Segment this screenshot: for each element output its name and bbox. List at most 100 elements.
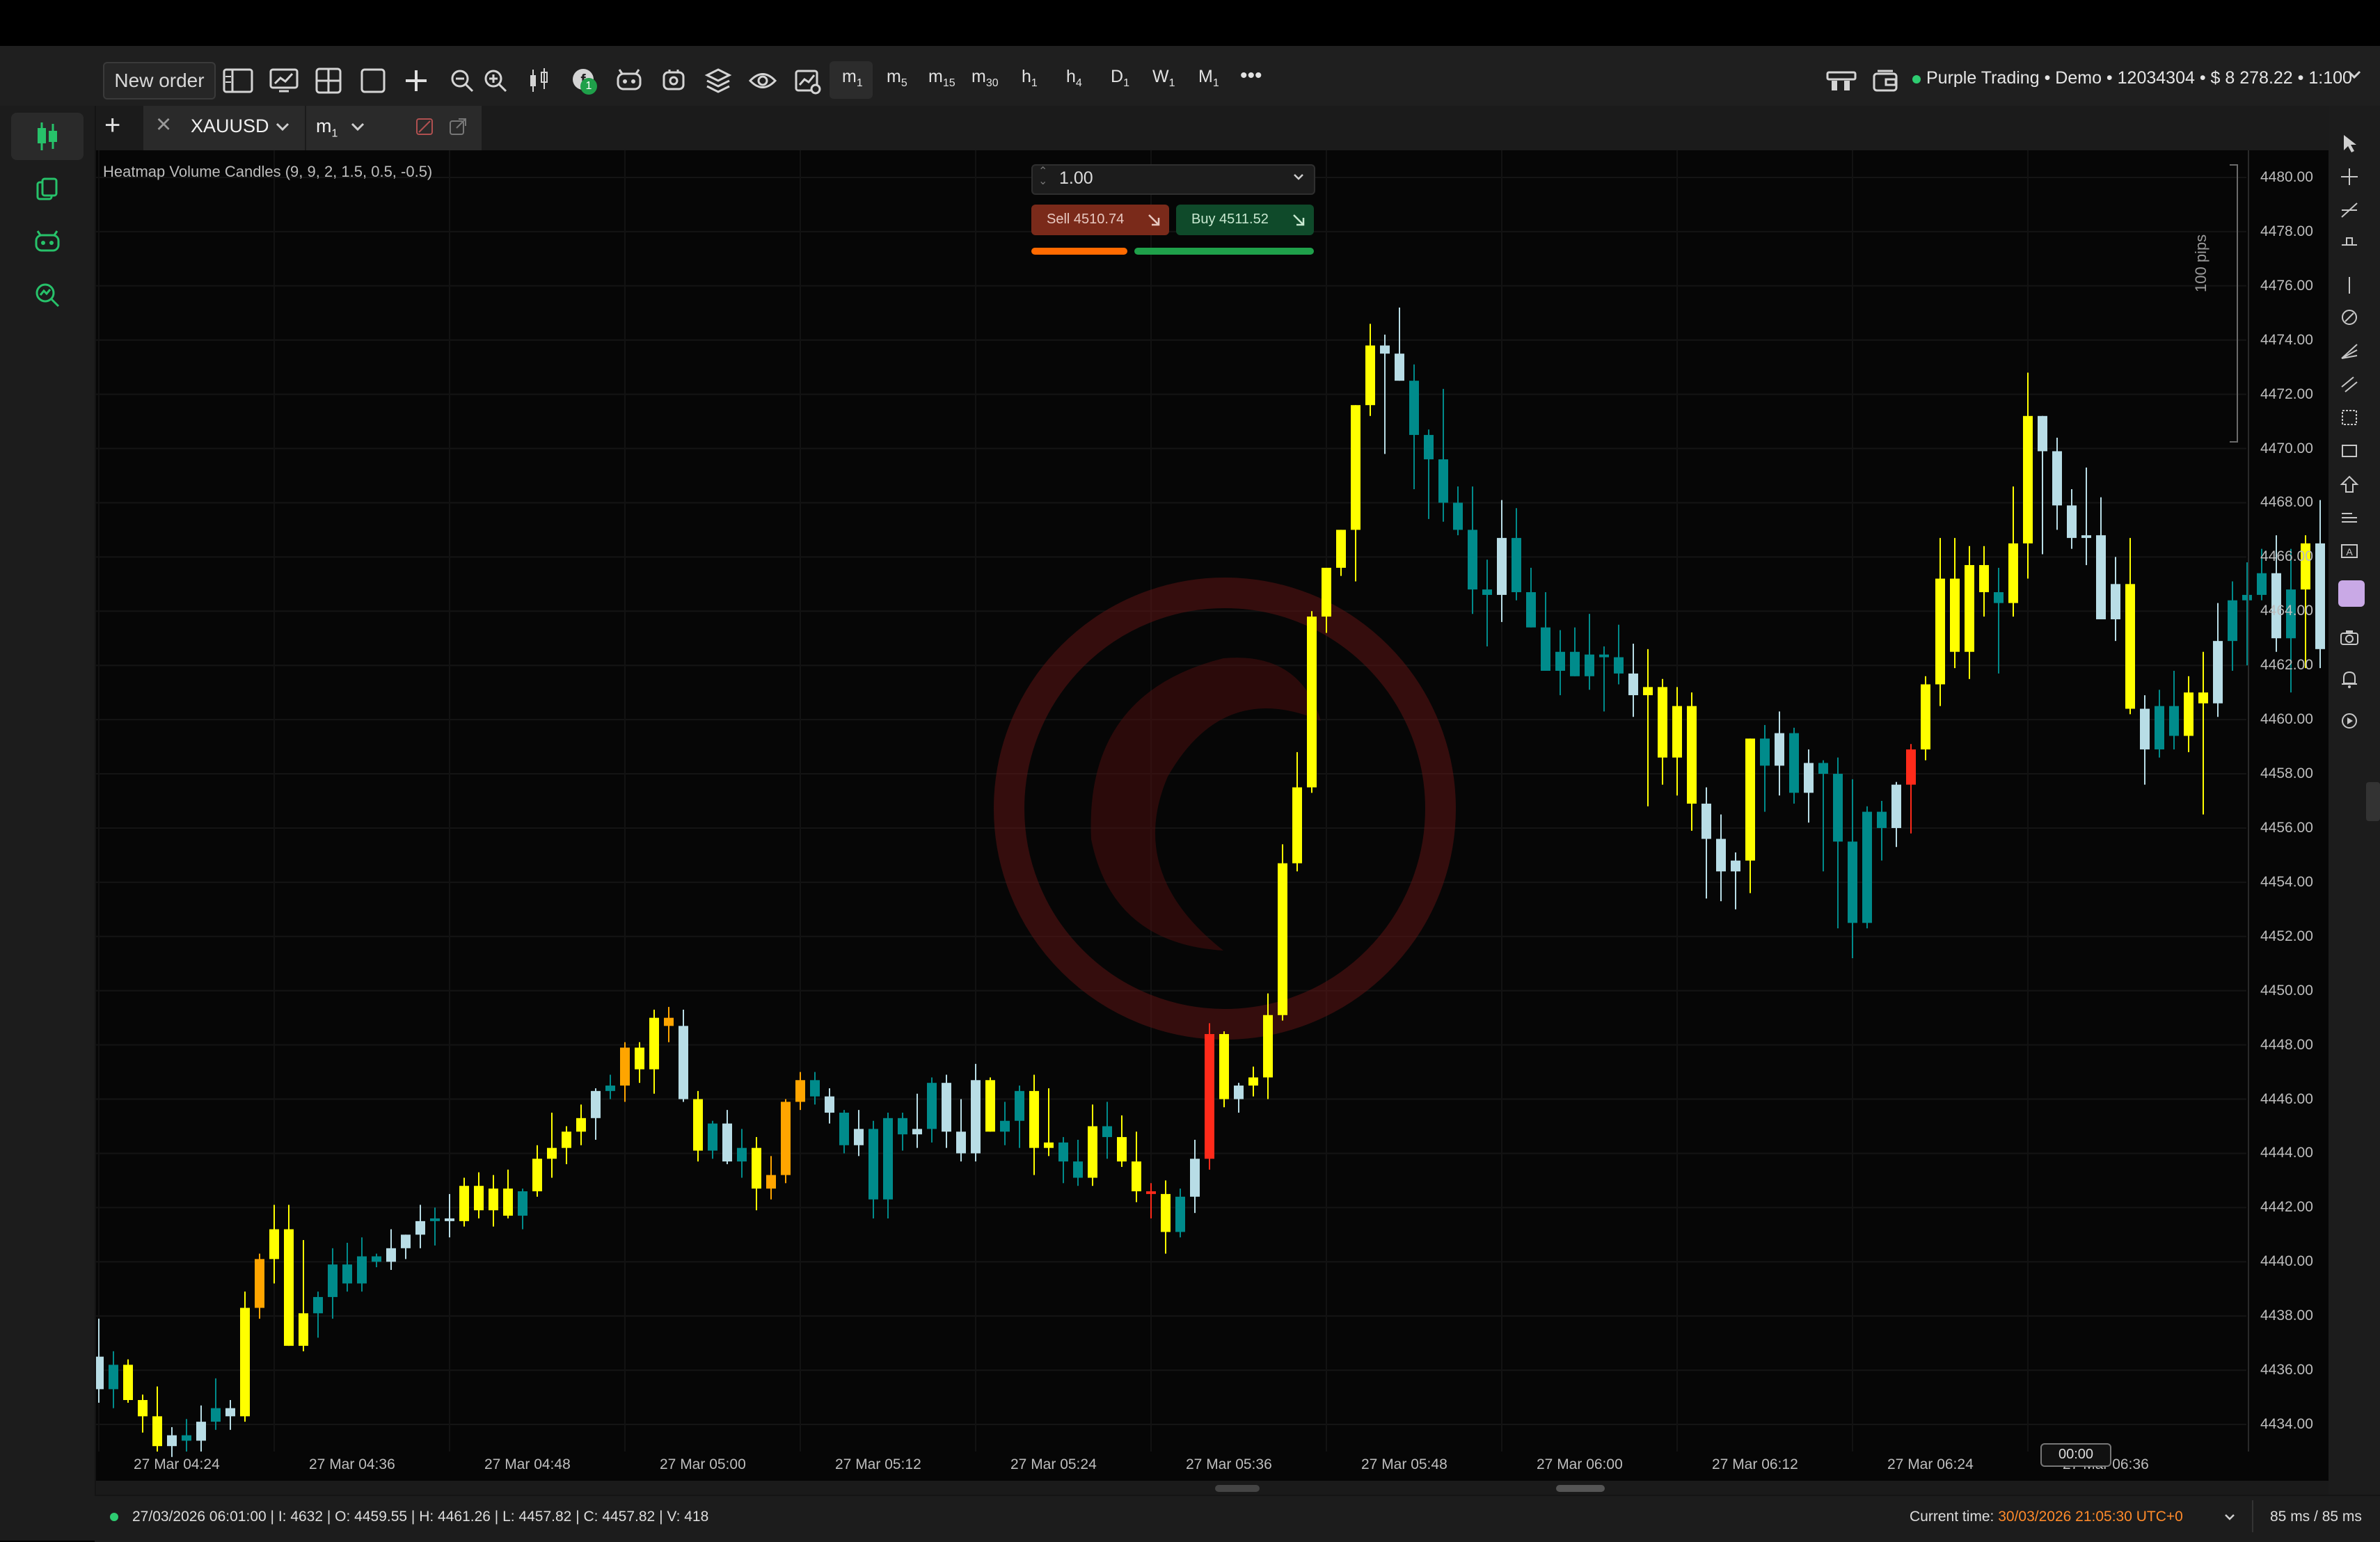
candle-body[interactable] — [518, 1191, 527, 1216]
sidebar-trade-icon[interactable] — [33, 121, 61, 155]
chart-template-icon[interactable] — [267, 64, 301, 97]
zoom-out-icon[interactable] — [445, 64, 479, 97]
sidebar-analyze-icon[interactable] — [33, 281, 61, 312]
candle-body[interactable] — [1380, 345, 1390, 354]
candle-body[interactable] — [2052, 451, 2062, 506]
candle-body[interactable] — [1921, 684, 1930, 749]
candle-body[interactable] — [1804, 763, 1814, 793]
candle-body[interactable] — [1979, 565, 1989, 593]
candle-body[interactable] — [1073, 1161, 1083, 1178]
candle-body[interactable] — [1015, 1090, 1024, 1121]
candle-body[interactable] — [211, 1408, 221, 1422]
candle-body[interactable] — [1891, 784, 1901, 828]
sidebar-copy-icon[interactable] — [35, 177, 60, 205]
chart-type-candles-icon[interactable] — [523, 64, 557, 97]
channel-tool-icon[interactable] — [2335, 370, 2363, 398]
candle-body[interactable] — [1322, 567, 1331, 617]
candle-body[interactable] — [225, 1408, 235, 1417]
symbol-chevron-down-icon[interactable] — [274, 118, 291, 138]
candle-body[interactable] — [1643, 687, 1653, 696]
candle-body[interactable] — [1117, 1137, 1127, 1162]
candle-body[interactable] — [167, 1435, 177, 1447]
more-options-icon[interactable]: ••• — [1240, 64, 1262, 88]
candle-body[interactable] — [1906, 749, 1916, 785]
candle-body[interactable] — [386, 1248, 396, 1262]
volume-chevron-down-icon[interactable] — [1292, 170, 1306, 187]
candle-body[interactable] — [766, 1175, 776, 1189]
timeframe-m1[interactable]: m1 — [842, 67, 863, 90]
candle-body[interactable] — [722, 1123, 732, 1162]
candle-body[interactable] — [2155, 706, 2164, 749]
timeframe-m15[interactable]: m15 — [928, 67, 955, 90]
candle-body[interactable] — [1716, 838, 1726, 872]
candle-body[interactable] — [1818, 763, 1828, 774]
candle-body[interactable] — [1424, 435, 1434, 460]
candle-body[interactable] — [123, 1365, 133, 1400]
timeframe-m30[interactable]: m30 — [971, 67, 999, 90]
tab-symbol[interactable]: XAUUSD — [191, 116, 269, 137]
candle-body[interactable] — [152, 1416, 162, 1447]
candle-body[interactable] — [1555, 651, 1565, 671]
candle-body[interactable] — [182, 1435, 191, 1441]
candle-body[interactable] — [576, 1118, 586, 1132]
new-order-button[interactable]: New order — [103, 62, 216, 100]
candle-body[interactable] — [1482, 589, 1492, 595]
add-chart-tab-button[interactable]: + — [104, 110, 120, 141]
sell-button[interactable]: Sell 4510.74 — [1031, 205, 1169, 235]
candle-body[interactable] — [372, 1256, 381, 1262]
cbot-robot-icon[interactable] — [612, 64, 646, 97]
candle-body[interactable] — [138, 1399, 148, 1417]
candle-body[interactable] — [620, 1047, 630, 1086]
candle-body[interactable] — [1833, 774, 1843, 842]
timezone-chevron-down-icon[interactable] — [2223, 1510, 2237, 1527]
candle-body[interactable] — [299, 1313, 308, 1346]
candle-body[interactable] — [1862, 811, 1872, 923]
drawing-color-swatch[interactable] — [2338, 580, 2365, 607]
candle-body[interactable] — [649, 1017, 659, 1070]
candle-body[interactable] — [1102, 1126, 1112, 1138]
timeframe-d1[interactable]: D1 — [1111, 67, 1129, 90]
candle-body[interactable] — [2008, 543, 2018, 603]
tab-timeframe[interactable]: m1 — [316, 116, 338, 140]
candle-body[interactable] — [1132, 1161, 1141, 1191]
candle-body[interactable] — [2184, 692, 2193, 736]
layout-panel-icon[interactable] — [221, 64, 255, 97]
candle-body[interactable] — [2242, 594, 2252, 601]
candle-body[interactable] — [342, 1264, 352, 1284]
candle-body[interactable] — [562, 1131, 571, 1148]
candle-body[interactable] — [1278, 863, 1287, 1015]
candle-body[interactable] — [2315, 543, 2325, 649]
candle-body[interactable] — [1526, 592, 1536, 628]
candle-body[interactable] — [1965, 565, 1974, 652]
candle-body[interactable] — [2213, 641, 2223, 704]
candle-body[interactable] — [1190, 1159, 1200, 1197]
account-chevron-down-icon[interactable] — [2345, 65, 2363, 87]
trade-panel-icon[interactable] — [1825, 64, 1858, 97]
chart-scrollbar-thumb[interactable] — [1556, 1485, 1605, 1492]
timeframe-w1[interactable]: W1 — [1152, 67, 1175, 90]
candle-body[interactable] — [415, 1221, 425, 1235]
zoom-in-icon[interactable] — [479, 64, 512, 97]
candle-body[interactable] — [693, 1099, 703, 1151]
add-plus-icon[interactable] — [399, 64, 433, 97]
text-label-icon[interactable]: A — [2335, 537, 2363, 565]
candle-body[interactable] — [942, 1083, 951, 1132]
candle-body[interactable] — [1029, 1090, 1039, 1148]
candle-body[interactable] — [1614, 657, 1624, 674]
timeframe-chevron-down-icon[interactable] — [349, 118, 366, 138]
candle-body[interactable] — [1789, 733, 1799, 793]
single-chart-icon[interactable] — [356, 64, 390, 97]
chart-scrollbar-track[interactable] — [96, 1481, 2329, 1495]
candle-body[interactable] — [240, 1307, 250, 1417]
visibility-eye-icon[interactable] — [746, 64, 779, 97]
side-panel-handle[interactable] — [2366, 782, 2380, 821]
current-time-readout[interactable]: Current time: 30/03/2026 21:05:30 UTC+0 — [1910, 1509, 2183, 1525]
plugin-settings-icon[interactable] — [657, 64, 690, 97]
candle-body[interactable] — [1219, 1034, 1229, 1099]
candle-body[interactable] — [1058, 1142, 1068, 1162]
timeframe-m5[interactable]: m5 — [887, 67, 907, 90]
candle-body[interactable] — [1541, 627, 1550, 671]
wallet-icon[interactable] — [1869, 64, 1903, 97]
candle-body[interactable] — [255, 1259, 264, 1308]
candle-body[interactable] — [1848, 841, 1857, 923]
